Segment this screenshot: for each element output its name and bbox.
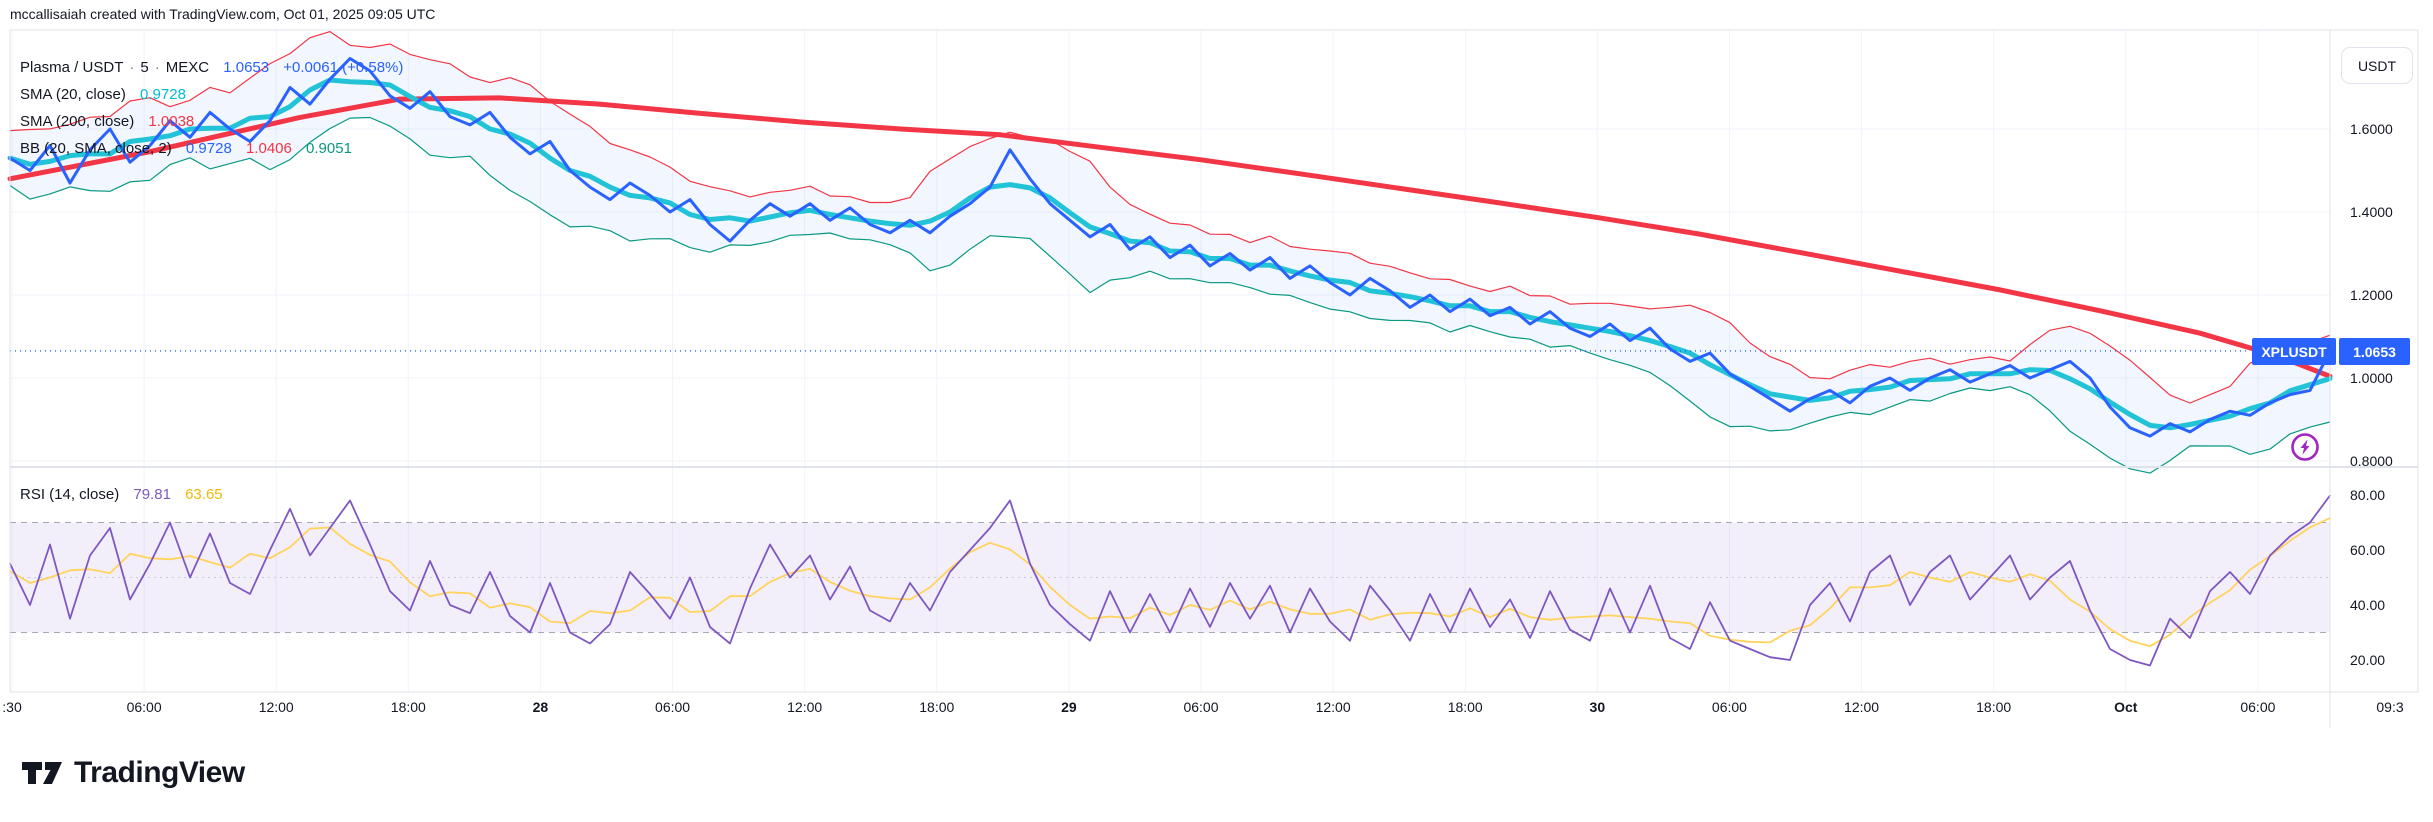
tradingview-icon [22, 762, 62, 784]
legend: Plasma / USDT · 5 · MEXC 1.0653 +0.0061 (+0.… [20, 54, 403, 162]
sma200-value: 1.0038 [148, 113, 195, 130]
bb-upper-value: 1.0406 [245, 140, 292, 157]
legend-bb-row[interactable]: BB (20, SMA, close, 2) 0.9728 1.0406 0.9… [20, 135, 403, 162]
sma20-value: 0.9728 [140, 86, 186, 103]
rsi-value: 79.81 [133, 486, 171, 503]
legend-sma200-row[interactable]: SMA (200, close) 1.0038 [20, 108, 403, 135]
legend-symbol-row[interactable]: Plasma / USDT · 5 · MEXC 1.0653 +0.0061 (+0.… [20, 54, 403, 81]
bb-label: BB (20, SMA, close, 2) [20, 140, 172, 157]
bb-basis-value: 0.9728 [185, 140, 232, 157]
time-scale-axis[interactable] [10, 692, 2330, 728]
sma200-label: SMA (200, close) [20, 113, 135, 130]
bb-lower-value: 0.9051 [306, 140, 352, 157]
price-scale-axis[interactable] [2330, 30, 2418, 692]
symbol-name: Plasma / USDT [20, 59, 124, 76]
price-change: +0.0061 (+0.58%) [283, 59, 404, 76]
instant-trading-icon[interactable] [2290, 432, 2320, 462]
separator-dot: · [154, 59, 160, 76]
tradingview-chart-page: mccallisaiah created with TradingView.co… [0, 0, 2433, 822]
tradingview-logo[interactable]: TradingView [20, 756, 245, 790]
rsi-label: RSI (14, close) [20, 486, 120, 503]
time-label: 09:3 [2376, 699, 2403, 715]
rsi-ma-value: 63.65 [185, 486, 223, 503]
tradingview-logo-text: TradingView [74, 756, 245, 789]
exchange: MEXC [165, 59, 210, 76]
sma20-label: SMA (20, close) [20, 86, 126, 103]
interval: 5 [140, 59, 149, 76]
price-label-symbol: XPLUSDT [2252, 338, 2336, 365]
last-price: 1.0653 [223, 59, 270, 76]
separator-dot: · [129, 59, 135, 76]
legend-sma20-row[interactable]: SMA (20, close) 0.9728 [20, 81, 403, 108]
legend-rsi-row[interactable]: RSI (14, close) 79.81 63.65 [20, 486, 223, 503]
